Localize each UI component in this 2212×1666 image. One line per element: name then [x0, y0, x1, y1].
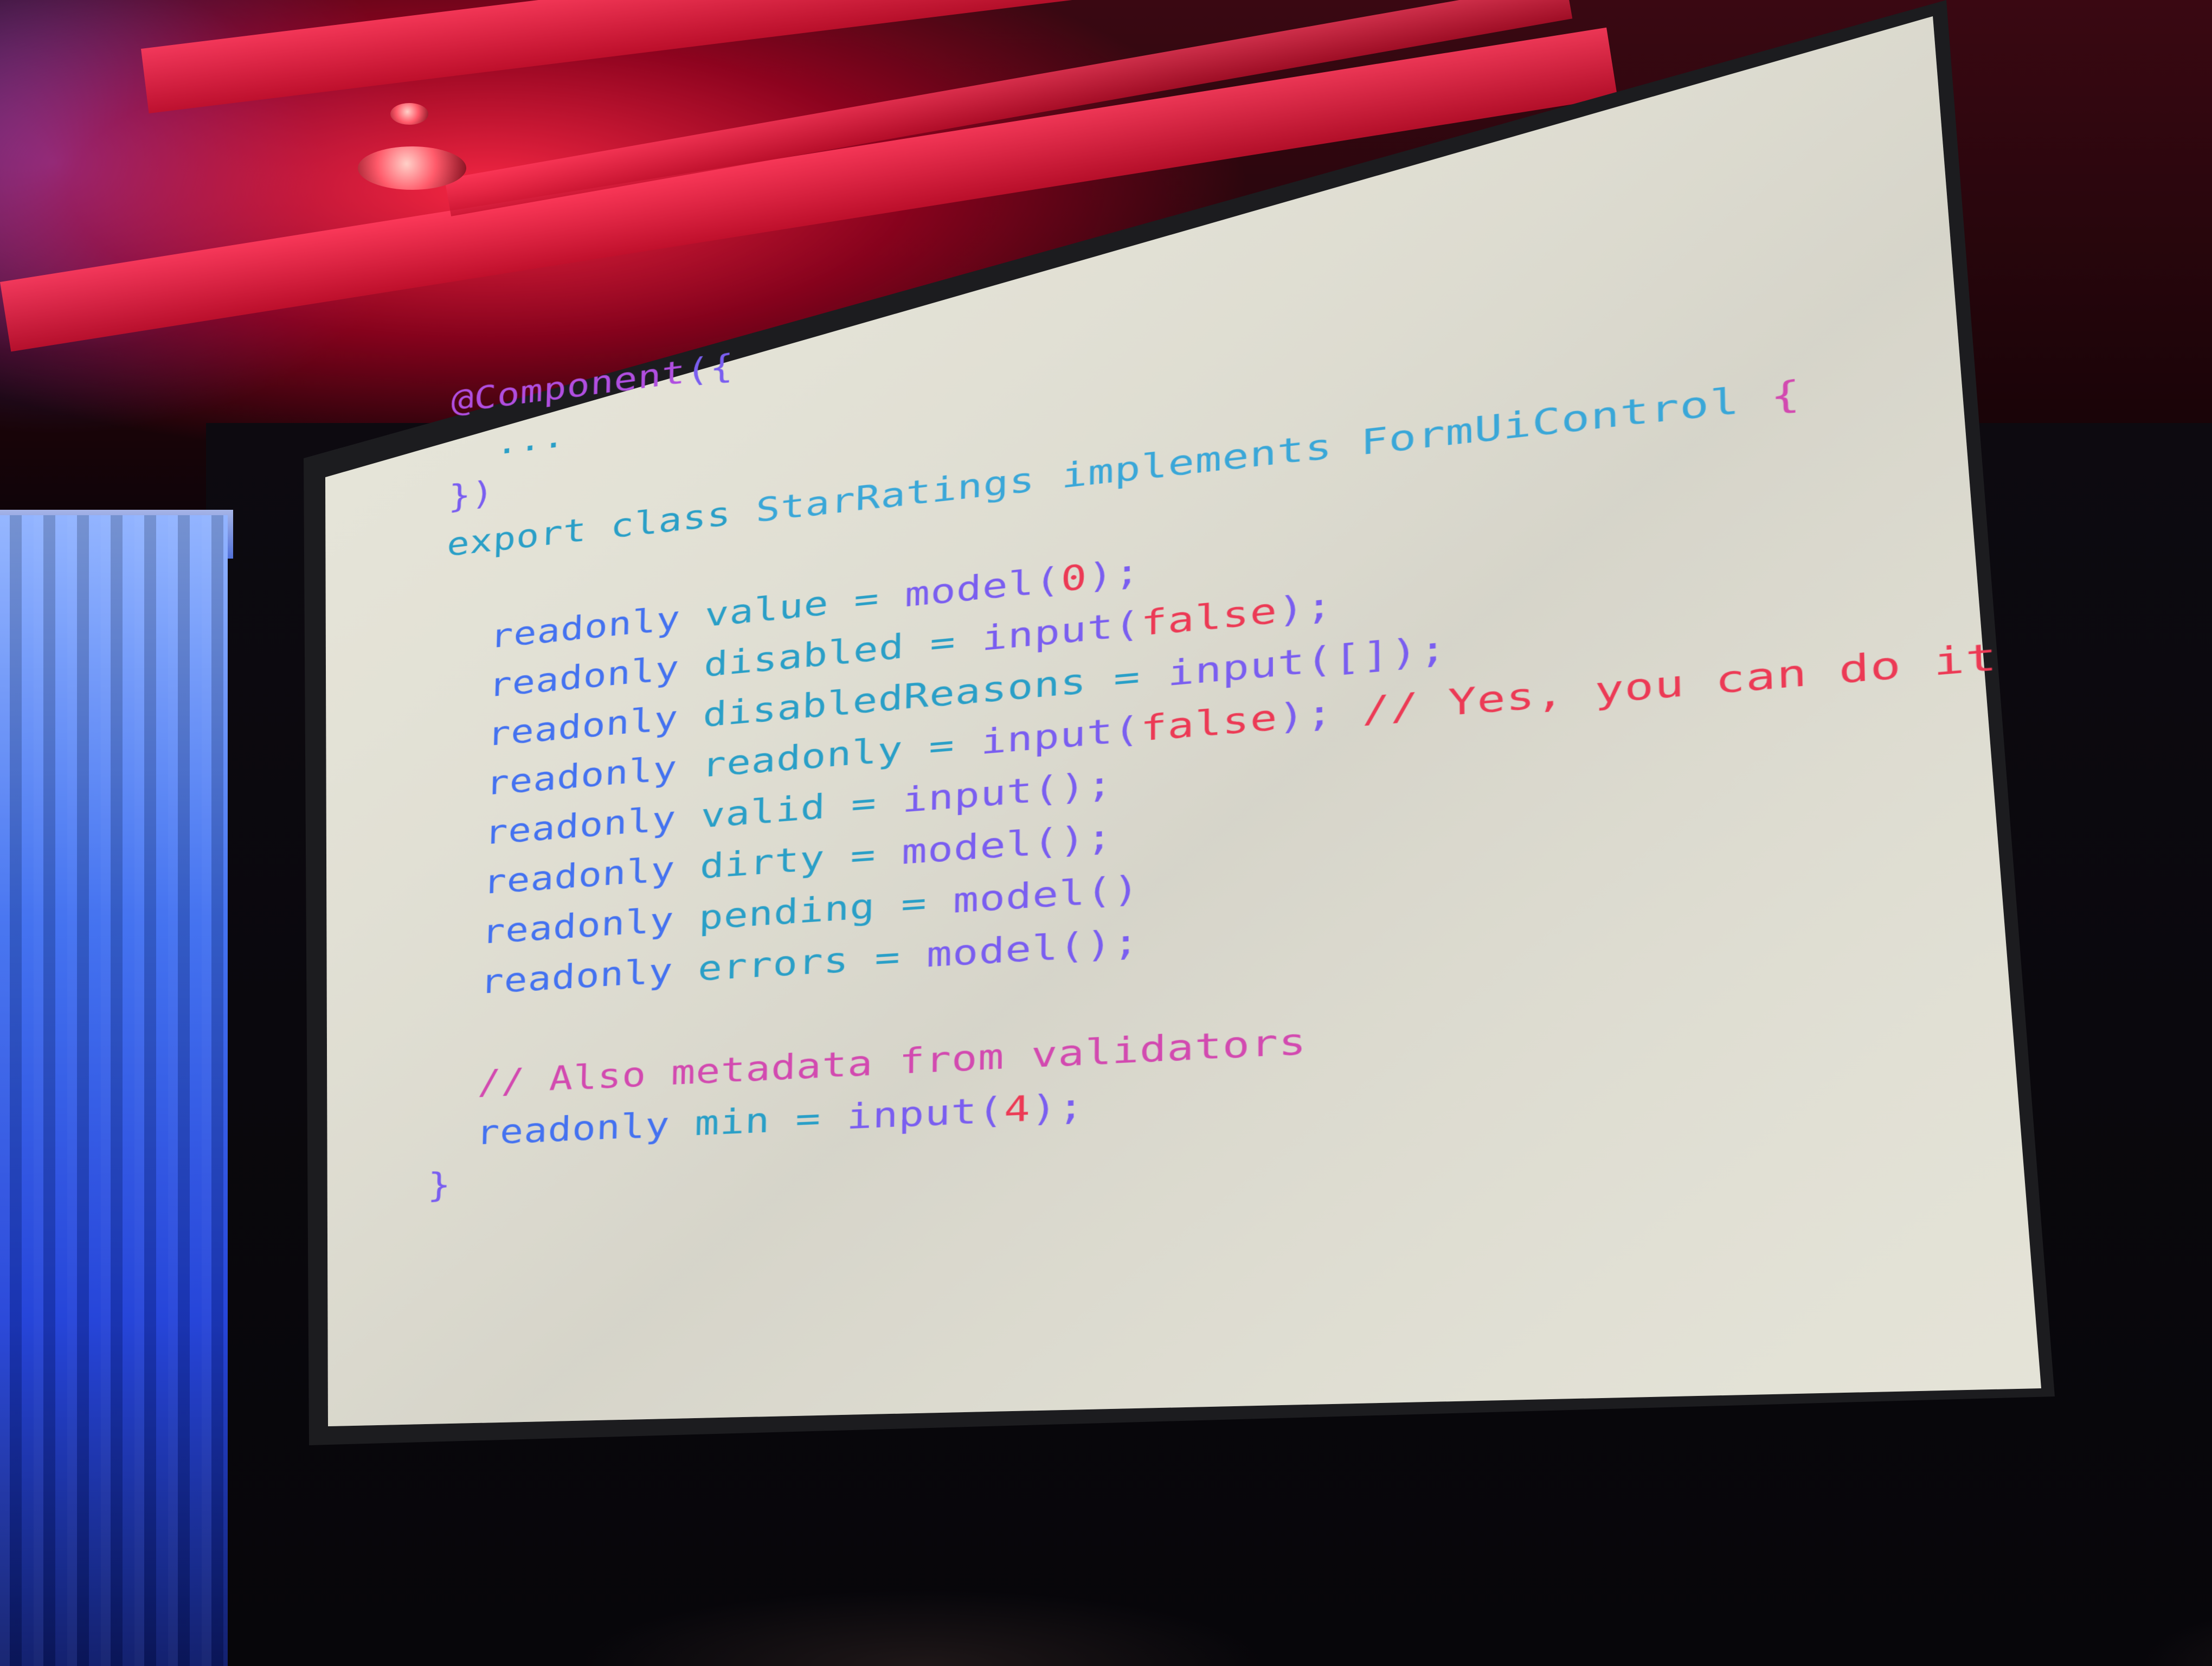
audience-silhouettes — [325, 1464, 2212, 1666]
code-token: dirty — [699, 836, 851, 887]
code-token: ({ — [685, 347, 735, 391]
code-token: ); — [1031, 1086, 1085, 1130]
code-token: model — [904, 562, 1035, 615]
code-token: readonly — [428, 1104, 696, 1155]
code-token: ); — [1277, 690, 1362, 739]
code-token: ( — [1113, 709, 1141, 752]
code-token: ([]); — [1305, 628, 1448, 682]
conference-room-scene: @Component({ ...}) export class StarRatin… — [0, 0, 2212, 1666]
code-token: model — [926, 927, 1059, 976]
code-token: ... — [449, 417, 567, 468]
code-token: readonly — [433, 950, 699, 1005]
code-token: false — [1140, 697, 1278, 749]
code-token: ( — [977, 1090, 1005, 1132]
code-token: = — [851, 781, 903, 825]
code-token: value — [704, 581, 854, 635]
code-token: pending — [698, 885, 902, 938]
code-token: } — [427, 1165, 452, 1206]
code-token: ); — [1277, 585, 1334, 631]
code-token: }) — [448, 473, 495, 516]
code-token: (); — [1032, 817, 1114, 863]
code-token: = — [850, 832, 902, 876]
code-token: = — [1113, 654, 1168, 699]
code-token: valid — [700, 785, 852, 836]
code-token: { — [1770, 373, 1802, 419]
code-token: () — [1085, 868, 1140, 913]
code-token: input — [902, 771, 1033, 821]
code-token: model — [901, 823, 1033, 873]
code-token: 0 — [1060, 557, 1088, 600]
code-token: false — [1141, 591, 1278, 644]
code-token: = — [795, 1097, 847, 1140]
code-token: model — [953, 872, 1086, 921]
code-token: ( — [1034, 560, 1062, 603]
code-token: input — [981, 606, 1114, 659]
code-token: input — [846, 1091, 978, 1138]
code-token: min — [694, 1099, 796, 1144]
code-token: input — [1167, 641, 1306, 695]
code-token: = — [874, 935, 927, 979]
code-token: errors — [697, 938, 875, 989]
code-block: @Component({ ...}) export class StarRatin… — [427, 177, 2012, 1211]
code-token: input — [980, 711, 1114, 762]
code-token: (); — [1058, 921, 1140, 968]
code-token: = — [901, 881, 954, 925]
code-token: = — [929, 619, 982, 664]
code-token: ); — [1087, 552, 1141, 597]
code-token: ( — [1114, 604, 1141, 647]
code-token: (); — [1033, 764, 1114, 811]
code-token: 4 — [1004, 1088, 1031, 1131]
code-token: = — [928, 722, 981, 767]
code-token: = — [853, 576, 905, 620]
